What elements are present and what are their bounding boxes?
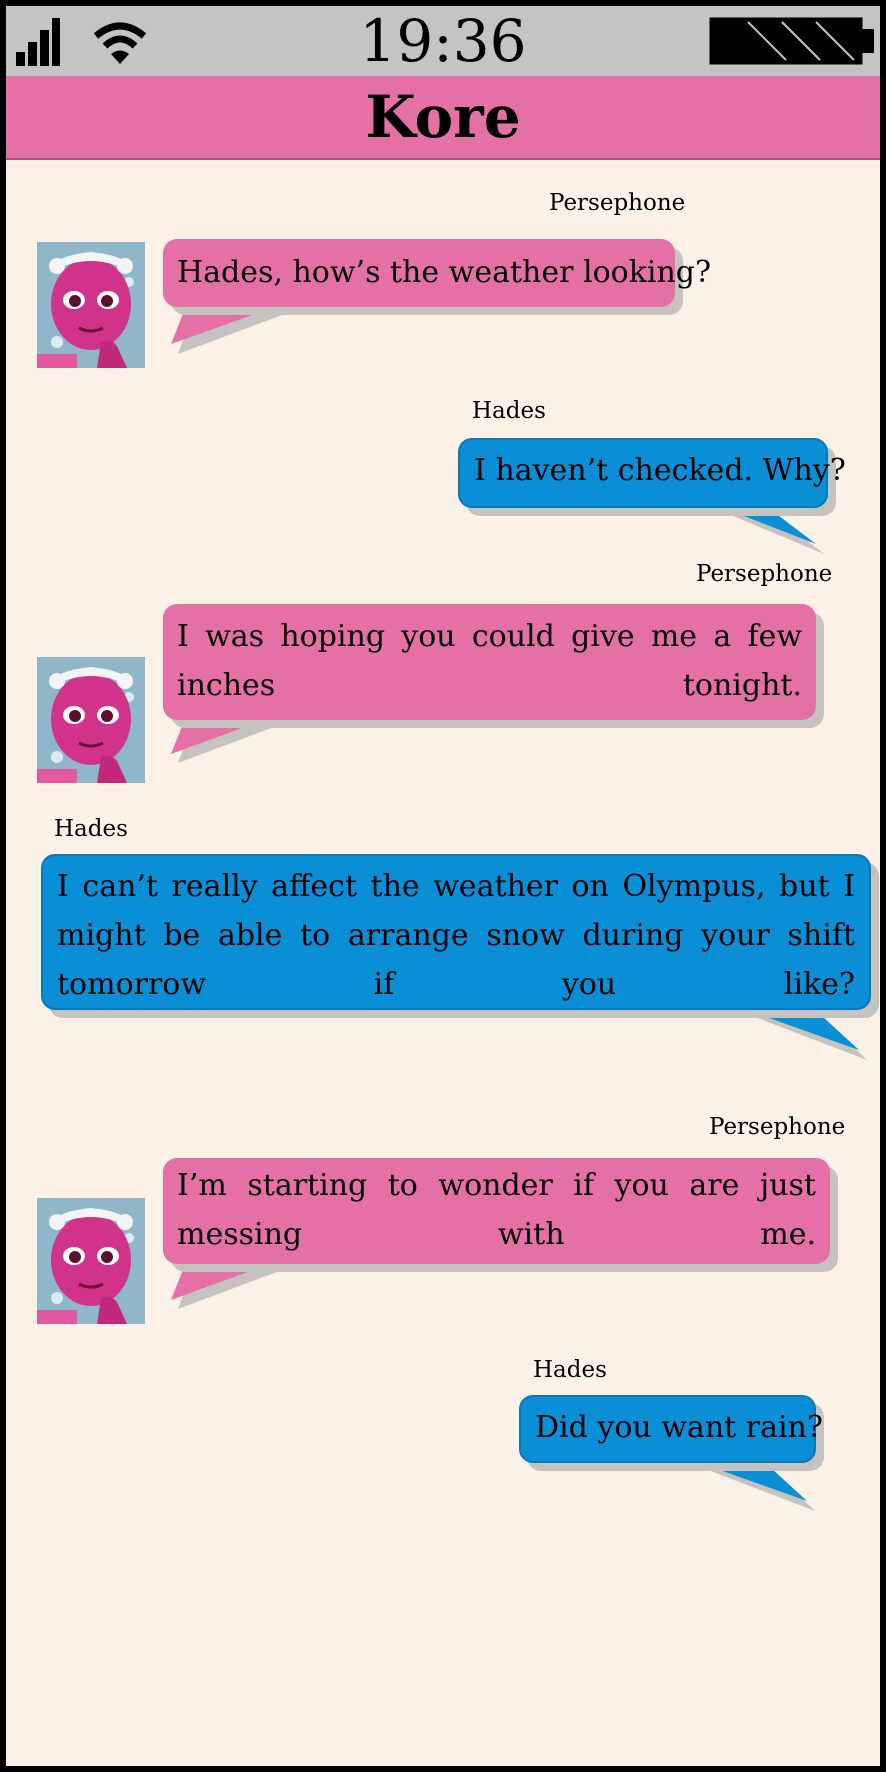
bubble-tail [689, 1457, 815, 1511]
message-sender: Persephone [549, 190, 686, 216]
message-sender: Hades [54, 816, 128, 842]
avatar-persephone [37, 657, 145, 783]
bubble-tail [171, 714, 290, 763]
message-sender: Hades [472, 398, 546, 424]
message-text: I haven’t checked. Why? [458, 438, 846, 508]
status-bar: 19:36 [6, 6, 880, 76]
bubble-tail [741, 1006, 867, 1060]
message-text: I’m starting to wonder if you are just m… [163, 1158, 830, 1264]
message-text: Hades, how’s the weather looking? [163, 239, 711, 307]
battery-full-icon [708, 16, 878, 70]
bubble-tail [171, 1260, 290, 1309]
phone-screen: 19:36 Kore Persephone Hades, how’s the w… [0, 0, 886, 1772]
bubble-tail [171, 304, 290, 354]
message-text: Did you want rain? [519, 1395, 823, 1463]
message-sender: Hades [533, 1357, 607, 1383]
message-text: I can’t really affect the weather on Oly… [41, 854, 871, 1010]
message-sender: Persephone [696, 561, 833, 587]
avatar-persephone [37, 242, 145, 368]
message-sender: Persephone [709, 1114, 846, 1140]
chat-header: Kore [6, 76, 880, 160]
avatar-persephone [37, 1198, 145, 1324]
contact-name: Kore [365, 83, 521, 151]
message-text: I was hoping you could give me a few inc… [163, 604, 816, 720]
bubble-tail [708, 500, 824, 554]
